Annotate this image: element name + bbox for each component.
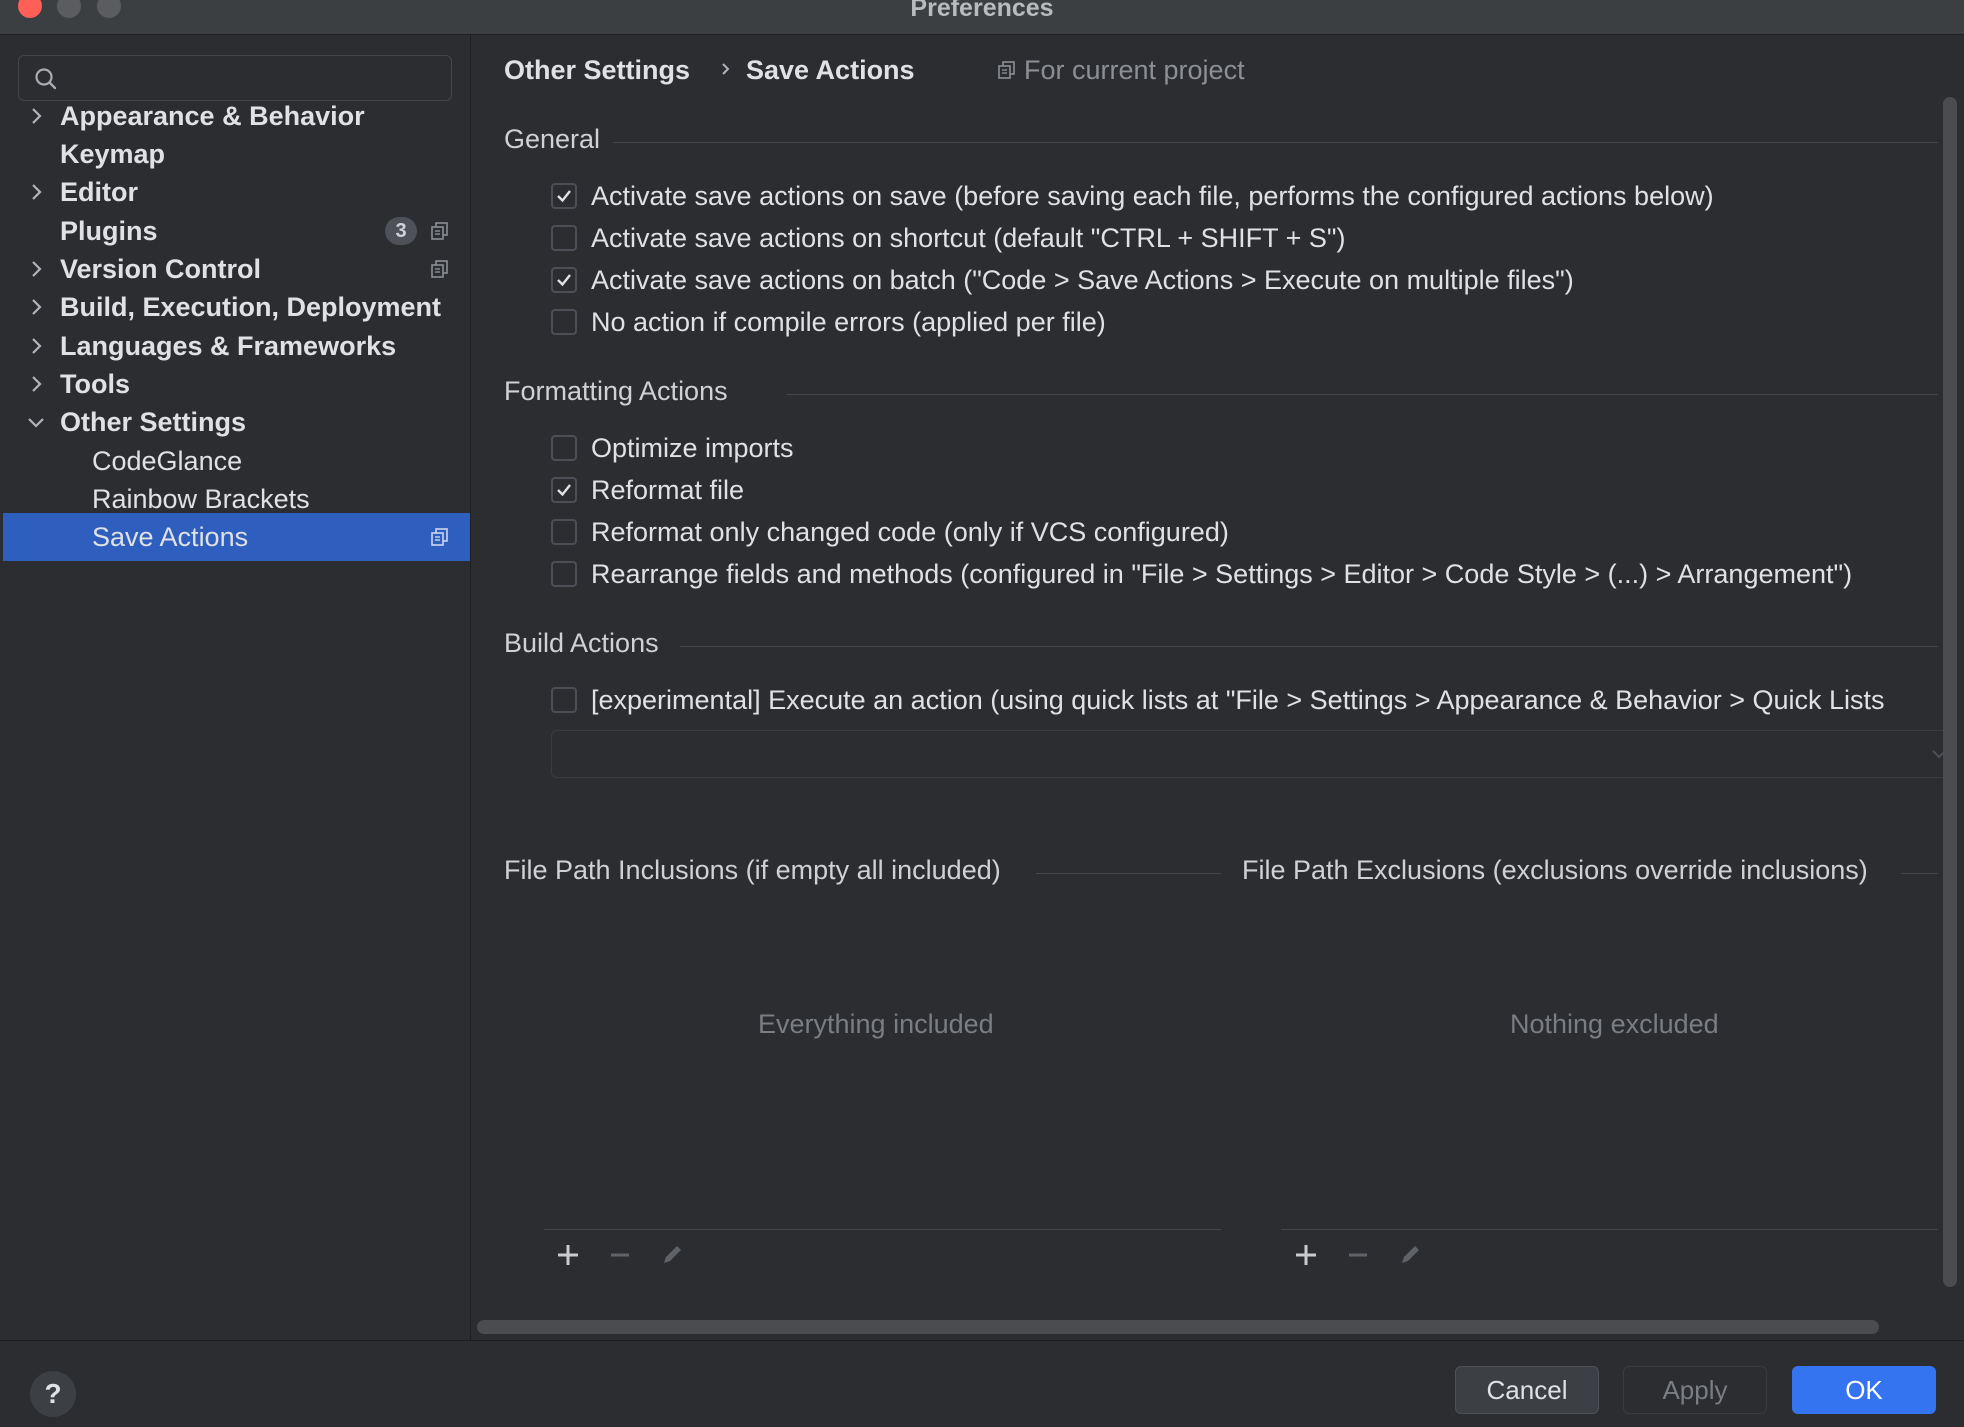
breadcrumb-separator-icon	[722, 63, 730, 75]
option-label: No action if compile errors (applied per…	[591, 307, 1106, 337]
vertical-scrollbar[interactable]	[1943, 97, 1957, 1287]
chevron-right-icon	[32, 299, 42, 315]
add-exclusion-button[interactable]	[1292, 1241, 1320, 1269]
horizontal-scrollbar[interactable]	[477, 1320, 1879, 1334]
project-settings-icon	[431, 528, 448, 546]
remove-inclusion-button[interactable]	[606, 1241, 634, 1269]
section-title-general: General	[504, 124, 601, 154]
section-title-inclusions: File Path Inclusions (if empty all inclu…	[504, 855, 1001, 885]
inclusions-empty-text: Everything included	[758, 1009, 994, 1039]
option-label: Optimize imports	[591, 433, 794, 463]
chevron-right-icon	[32, 184, 42, 200]
title-bar: Preferences	[0, 0, 1964, 35]
help-button[interactable]: ?	[30, 1371, 76, 1417]
edit-inclusion-button[interactable]	[658, 1241, 686, 1269]
section-divider	[613, 142, 1938, 143]
checkbox-unchecked[interactable]	[551, 435, 577, 461]
window-title: Preferences	[910, 0, 1054, 22]
checkbox-unchecked[interactable]	[551, 225, 577, 251]
inclusions-list-border	[544, 1229, 1221, 1230]
project-settings-icon	[431, 260, 448, 278]
checkmark-icon	[557, 484, 571, 497]
remove-exclusion-button[interactable]	[1344, 1241, 1372, 1269]
section-divider	[1901, 873, 1938, 874]
breadcrumb-other-settings[interactable]: Other Settings	[504, 53, 690, 87]
checkmark-icon	[557, 274, 571, 287]
quick-list-dropdown[interactable]	[551, 730, 1951, 778]
apply-button[interactable]: Apply	[1623, 1366, 1767, 1414]
ok-button[interactable]: OK	[1792, 1366, 1936, 1414]
plugins-update-badge: 3	[385, 217, 417, 245]
add-inclusion-button[interactable]	[554, 1241, 582, 1269]
chevron-right-icon	[32, 108, 42, 124]
section-divider	[680, 646, 1938, 647]
checkbox-checked[interactable]	[551, 477, 577, 503]
edit-exclusion-button[interactable]	[1396, 1241, 1424, 1269]
exclusions-list-border	[1281, 1229, 1938, 1230]
scope-label: For current project	[1024, 55, 1245, 85]
section-divider	[1036, 873, 1221, 874]
settings-content: Other Settings Save Actions For current …	[471, 35, 1964, 1340]
sidebar-item-label: Save Actions	[92, 522, 249, 552]
section-title-build: Build Actions	[504, 628, 659, 658]
checkbox-unchecked[interactable]	[551, 519, 577, 545]
checkbox-checked[interactable]	[551, 267, 577, 293]
dialog-footer: ? Cancel Apply OK	[0, 1340, 1964, 1427]
project-scope-icon	[998, 61, 1015, 79]
cancel-button[interactable]: Cancel	[1455, 1366, 1599, 1414]
checkbox-unchecked[interactable]	[551, 309, 577, 335]
option-label: Rearrange fields and methods (configured…	[591, 559, 1853, 589]
option-label: Activate save actions on save (before sa…	[591, 181, 1714, 211]
option-label: Reformat file	[591, 475, 745, 505]
chevron-right-icon	[32, 376, 42, 392]
checkmark-icon	[557, 190, 571, 203]
breadcrumb-save-actions: Save Actions	[746, 55, 915, 85]
option-label: Activate save actions on batch ("Code > …	[591, 265, 1574, 295]
sidebar-item-save-actions[interactable]: Save Actions	[3, 513, 470, 561]
search-icon	[35, 68, 57, 90]
chevron-right-icon	[32, 338, 42, 354]
section-title-formatting: Formatting Actions	[504, 376, 728, 406]
chevron-right-icon	[32, 261, 42, 277]
section-title-exclusions: File Path Exclusions (exclusions overrid…	[1242, 855, 1868, 885]
checkbox-checked[interactable]	[551, 183, 577, 209]
checkbox-unchecked[interactable]	[551, 561, 577, 587]
chevron-down-icon	[28, 418, 44, 428]
option-label: Activate save actions on shortcut (defau…	[591, 223, 1346, 253]
option-label: Reformat only changed code (only if VCS …	[591, 517, 1229, 547]
checkbox-unchecked[interactable]	[551, 687, 577, 713]
option-label: [experimental] Execute an action (using …	[591, 685, 1885, 715]
section-divider	[786, 394, 1938, 395]
exclusions-empty-text: Nothing excluded	[1510, 1009, 1719, 1039]
settings-sidebar: Appearance & Behavior Keymap Editor Plug…	[0, 35, 471, 1340]
project-settings-icon	[431, 222, 448, 240]
